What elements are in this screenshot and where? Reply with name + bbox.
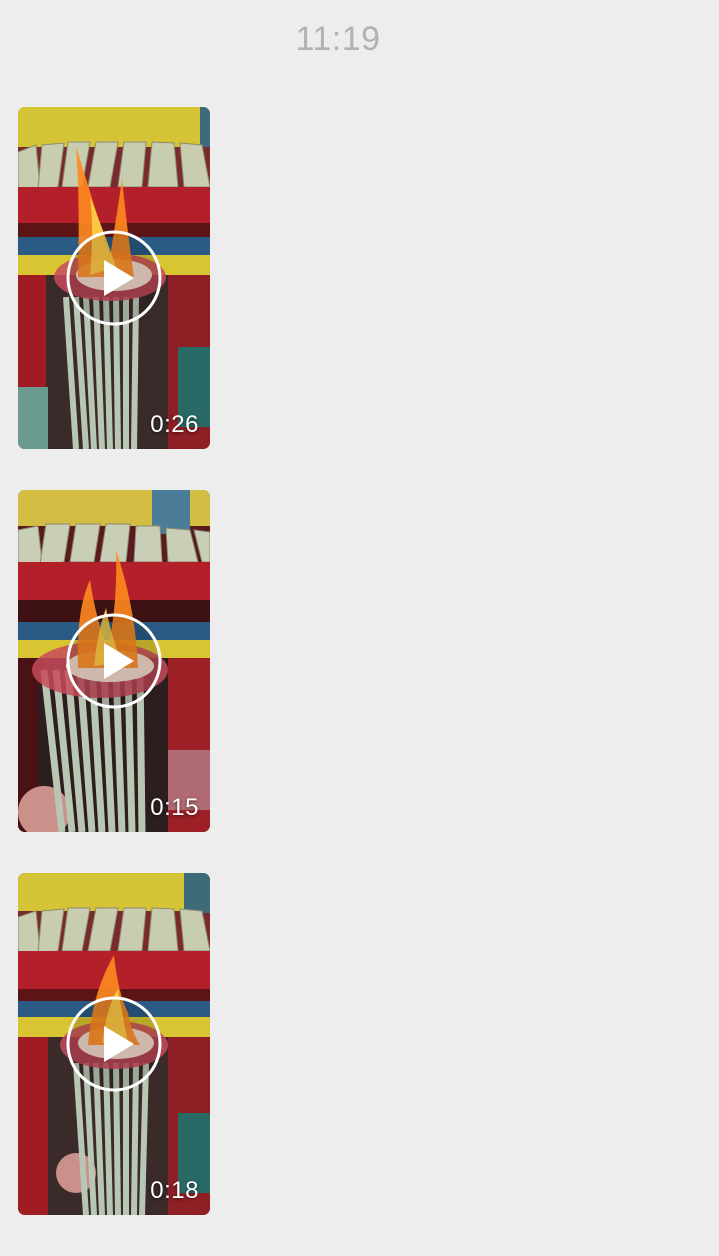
message-list: 0:26 0:15 0:18 <box>18 107 210 1256</box>
video-duration: 0:26 <box>150 411 199 438</box>
play-icon[interactable] <box>66 230 162 326</box>
video-duration: 0:18 <box>150 1177 199 1204</box>
video-message[interactable]: 0:18 <box>18 873 210 1215</box>
play-icon[interactable] <box>66 996 162 1092</box>
video-message[interactable]: 0:15 <box>18 490 210 832</box>
video-message[interactable]: 0:26 <box>18 107 210 449</box>
play-icon[interactable] <box>66 613 162 709</box>
video-duration: 0:15 <box>150 794 199 821</box>
chat-timestamp: 11:19 <box>295 20 381 58</box>
